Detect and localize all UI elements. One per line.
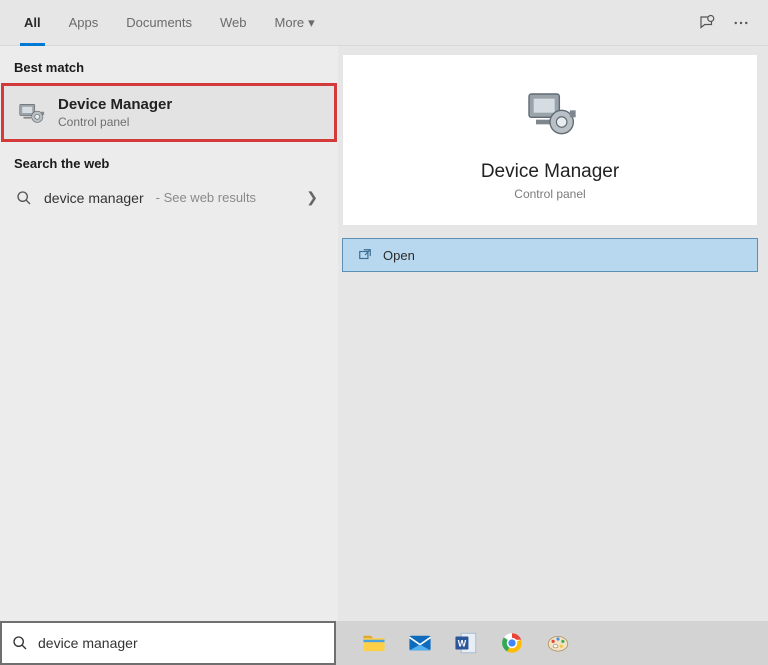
chrome-icon[interactable]: [494, 625, 530, 661]
search-icon: [12, 635, 28, 651]
tab-label: Documents: [126, 15, 192, 30]
paint-icon[interactable]: [540, 625, 576, 661]
search-icon: [16, 190, 32, 206]
result-subtitle: Control panel: [58, 115, 172, 129]
tab-web[interactable]: Web: [206, 0, 261, 46]
search-box[interactable]: [0, 621, 336, 665]
detail-panel: Device Manager Control panel Open: [338, 46, 768, 621]
svg-text:W: W: [458, 638, 467, 648]
file-explorer-icon[interactable]: [356, 625, 392, 661]
open-button[interactable]: Open: [342, 238, 758, 272]
mail-icon[interactable]: [402, 625, 438, 661]
device-manager-large-icon: [518, 83, 582, 147]
detail-title: Device Manager: [343, 161, 757, 183]
tab-label: More: [275, 15, 305, 30]
feedback-icon[interactable]: [690, 6, 724, 40]
device-manager-icon: [16, 98, 46, 128]
detail-card: Device Manager Control panel: [342, 54, 758, 226]
tab-more[interactable]: More▾: [261, 0, 329, 46]
web-query: device manager: [44, 190, 144, 206]
web-search-result[interactable]: device manager - See web results ❯: [0, 179, 338, 216]
open-icon: [357, 248, 373, 262]
tab-label: Web: [220, 15, 247, 30]
chevron-right-icon: ❯: [306, 189, 324, 206]
detail-subtitle: Control panel: [343, 187, 757, 201]
result-title: Device Manager: [58, 96, 172, 113]
chevron-down-icon: ▾: [308, 15, 315, 31]
results-panel: Best match Device Manager Control panel …: [0, 46, 338, 621]
web-hint: - See web results: [156, 190, 256, 205]
best-match-result[interactable]: Device Manager Control panel: [1, 83, 337, 142]
open-label: Open: [383, 248, 415, 263]
tab-apps[interactable]: Apps: [55, 0, 113, 46]
tab-documents[interactable]: Documents: [112, 0, 206, 46]
tab-label: Apps: [69, 15, 99, 30]
word-icon[interactable]: W: [448, 625, 484, 661]
search-input[interactable]: [38, 623, 324, 663]
search-filter-tabs: All Apps Documents Web More▾: [0, 0, 768, 46]
tab-all[interactable]: All: [10, 0, 55, 46]
taskbar: W: [0, 621, 768, 665]
tab-label: All: [24, 15, 41, 30]
more-options-icon[interactable]: [724, 6, 758, 40]
taskbar-apps: W: [336, 621, 768, 665]
section-search-web: Search the web: [0, 142, 338, 179]
section-best-match: Best match: [0, 46, 338, 83]
